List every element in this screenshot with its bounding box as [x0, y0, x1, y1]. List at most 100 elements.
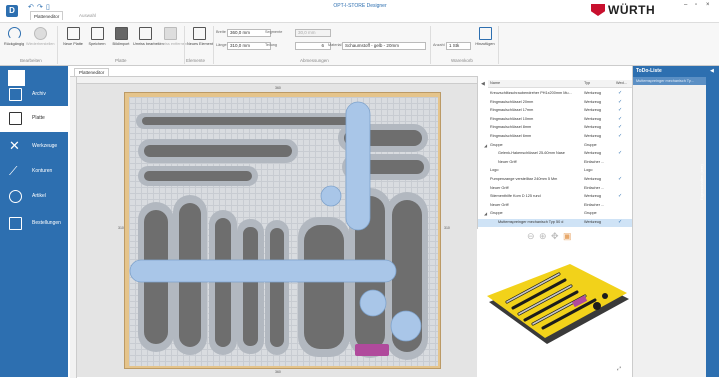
sidebar-item-archiv[interactable]: Archiv: [0, 82, 68, 108]
visibility-check-icon[interactable]: ✓: [618, 107, 622, 113]
tree-row[interactable]: Muttemspreinger mechanisch Typ 50 d Werkz…: [478, 219, 633, 227]
undo-button[interactable]: Rückgängig: [4, 27, 24, 55]
expand-preview-icon[interactable]: ⤢: [617, 366, 621, 372]
quantity-field: Anzahl 1 Stk: [433, 42, 473, 50]
list-icon: [9, 217, 22, 230]
sidebar-item-platte[interactable]: Platte: [0, 106, 68, 132]
tree-row-name: Neuer Griff: [490, 202, 509, 207]
zoom-in-icon[interactable]: ⊕: [539, 231, 547, 242]
zoom-out-icon[interactable]: ⊖: [527, 231, 535, 242]
sidebar-item-artikel[interactable]: Artikel: [0, 184, 68, 210]
tree-row[interactable]: Kreuzschlitzschraubendreher PH1x200mm Mu…: [478, 90, 633, 98]
expand-group-icon[interactable]: ◢: [484, 143, 487, 148]
tree-row[interactable]: Neuer Griff Einfacher ...: [478, 159, 633, 167]
sidebar-item-bestellungen[interactable]: Bestellungen: [0, 211, 68, 237]
tree-row-name: Stiementhilfe Kom D 125 rund: [490, 194, 541, 199]
visibility-check-icon[interactable]: ✓: [618, 124, 622, 130]
header-type[interactable]: Typ: [584, 81, 590, 85]
tree-row-type: Werkzeug: [584, 116, 602, 121]
handle-horizontal: [129, 259, 397, 283]
window-title: OPT-I-STORE Designer: [333, 3, 387, 9]
save-button[interactable]: Speichern: [86, 27, 108, 55]
quantity-stepper[interactable]: 1 Stk: [446, 42, 471, 50]
editor-tab[interactable]: Platteneditor: [74, 68, 110, 76]
edit-outline-button[interactable]: Umriss bearbeiten: [133, 27, 164, 55]
tree-row[interactable]: Neuer Griff Einfacher ...: [478, 202, 633, 210]
tool-col-5: [270, 228, 284, 347]
tree-row-type: Werkzeug: [584, 91, 602, 95]
tree-row-name: Gruppe: [490, 142, 503, 147]
new-plate-icon: [66, 27, 80, 40]
tree-row[interactable]: Ringmaulschlüssel 8mm Werkzeug ✓: [478, 124, 633, 132]
visibility-check-icon[interactable]: ✓: [618, 99, 622, 105]
division-input[interactable]: 6: [295, 42, 331, 50]
wrench-icon: ⟋: [9, 164, 18, 178]
save-quick-icon[interactable]: ▯: [46, 3, 50, 11]
tree-row[interactable]: Pumpenzange verstellbar 240mm 5 Mm Werkze…: [478, 176, 633, 184]
collapse-panel-icon[interactable]: ◀: [481, 81, 485, 87]
tree-row[interactable]: Ringmaulschlüssel 6mm Werkzeug ✓: [478, 133, 633, 141]
ruler-top: [70, 77, 477, 84]
tree-row[interactable]: Ringmaulschlüssel 20mm Werkzeug ✓: [478, 99, 633, 107]
new-element-button[interactable]: Neues Element: [187, 27, 213, 55]
todo-item[interactable]: Muttemspreinger mechanisch Ty...: [633, 77, 706, 85]
redo-button[interactable]: Wiederherstellen: [26, 27, 55, 55]
handle-circle-large: [390, 310, 422, 342]
visibility-check-icon[interactable]: ✓: [618, 133, 622, 139]
app-logo: D: [6, 5, 18, 17]
preview-part: [593, 302, 601, 310]
visibility-check-icon[interactable]: ✓: [618, 193, 622, 199]
redo-quick-icon[interactable]: ↷: [37, 3, 43, 11]
visibility-check-icon[interactable]: ✓: [618, 116, 622, 122]
sidebar-item-konturen[interactable]: ⟋ Konturen: [0, 159, 68, 185]
collapse-todo-icon[interactable]: ◀: [710, 68, 714, 74]
tab-auswahl[interactable]: Auswahl: [76, 11, 99, 20]
handle-circle-medium: [359, 289, 387, 317]
tree-header: Name Typ Wed...: [488, 80, 633, 88]
tree-row[interactable]: Ringmaulschlüssel 10mm Werkzeug ✓: [478, 116, 633, 124]
tree-row[interactable]: Logo Logo: [478, 167, 633, 175]
image-import-button[interactable]: Bildimport: [110, 27, 132, 55]
tree-row[interactable]: ◢ Gruppe Gruppe: [478, 210, 633, 218]
segments-input[interactable]: 30,0 mm: [295, 29, 331, 37]
header-visible[interactable]: Wed...: [616, 81, 627, 85]
tree-row[interactable]: Stiementhilfe Kom D 125 rund Werkzeug ✓: [478, 193, 633, 201]
tab-platteneditor[interactable]: Platteneditor: [30, 11, 64, 20]
visibility-check-icon[interactable]: ✓: [618, 90, 622, 96]
ribbon-separator: [498, 26, 499, 64]
tree-row[interactable]: Neuer Griff Einfacher ...: [478, 185, 633, 193]
group-label-edit: Bearbeiten: [20, 58, 42, 63]
tree-row[interactable]: Gelenk-Hakenschlüssel 25-60mm Nase Werkze…: [478, 150, 633, 158]
tree-row-name: Pumpenzange verstellbar 240mm 5 Mm: [490, 177, 558, 181]
tree-row-type: Werkzeug: [584, 177, 602, 181]
minimize-icon[interactable]: ‒: [684, 2, 687, 8]
visibility-check-icon[interactable]: ✓: [618, 176, 622, 182]
sidebar-item-werkzeuge[interactable]: ✕ Werkzeuge: [0, 134, 68, 160]
expand-group-icon[interactable]: ◢: [484, 211, 487, 216]
tree-row[interactable]: Ringmaulschlüssel 17mm Werkzeug ✓: [478, 107, 633, 115]
tree-row-name: Ringmaulschlüssel 6mm: [490, 134, 532, 138]
tree-row[interactable]: ◢ Gruppe Gruppe: [478, 142, 633, 150]
maximize-icon[interactable]: ▫: [695, 2, 697, 8]
image-icon: [114, 27, 128, 40]
remove-outline-icon: [163, 27, 177, 40]
redo-icon: [33, 27, 47, 40]
visibility-check-icon[interactable]: ✓: [618, 219, 622, 225]
remove-outline-button[interactable]: Umriss entfernen: [158, 27, 187, 55]
move-icon[interactable]: ✥: [551, 231, 559, 242]
new-plate-button[interactable]: Neue Platte: [62, 27, 84, 55]
undo-quick-icon[interactable]: ↶: [28, 3, 34, 11]
properties-sidebar[interactable]: ◀: [706, 66, 719, 377]
tool-cutouts: [129, 101, 430, 360]
material-select[interactable]: Schaumstoff - gelb - 20mm: [342, 42, 426, 50]
add-to-cart-button[interactable]: Hinzufügen: [474, 27, 496, 55]
3d-preview[interactable]: ⤢: [477, 244, 632, 377]
tools-icon: ✕: [9, 138, 20, 153]
rotate-icon[interactable]: ▣: [563, 231, 572, 242]
division-field: Teilung 6: [265, 42, 333, 50]
header-name[interactable]: Name: [490, 81, 500, 85]
wurth-mark-icon: [591, 4, 605, 16]
sidebar: Archiv Platte ✕ Werkzeuge ⟋ Konturen Art…: [0, 66, 68, 377]
visibility-check-icon[interactable]: ✓: [618, 150, 622, 156]
close-icon[interactable]: ×: [706, 2, 710, 8]
